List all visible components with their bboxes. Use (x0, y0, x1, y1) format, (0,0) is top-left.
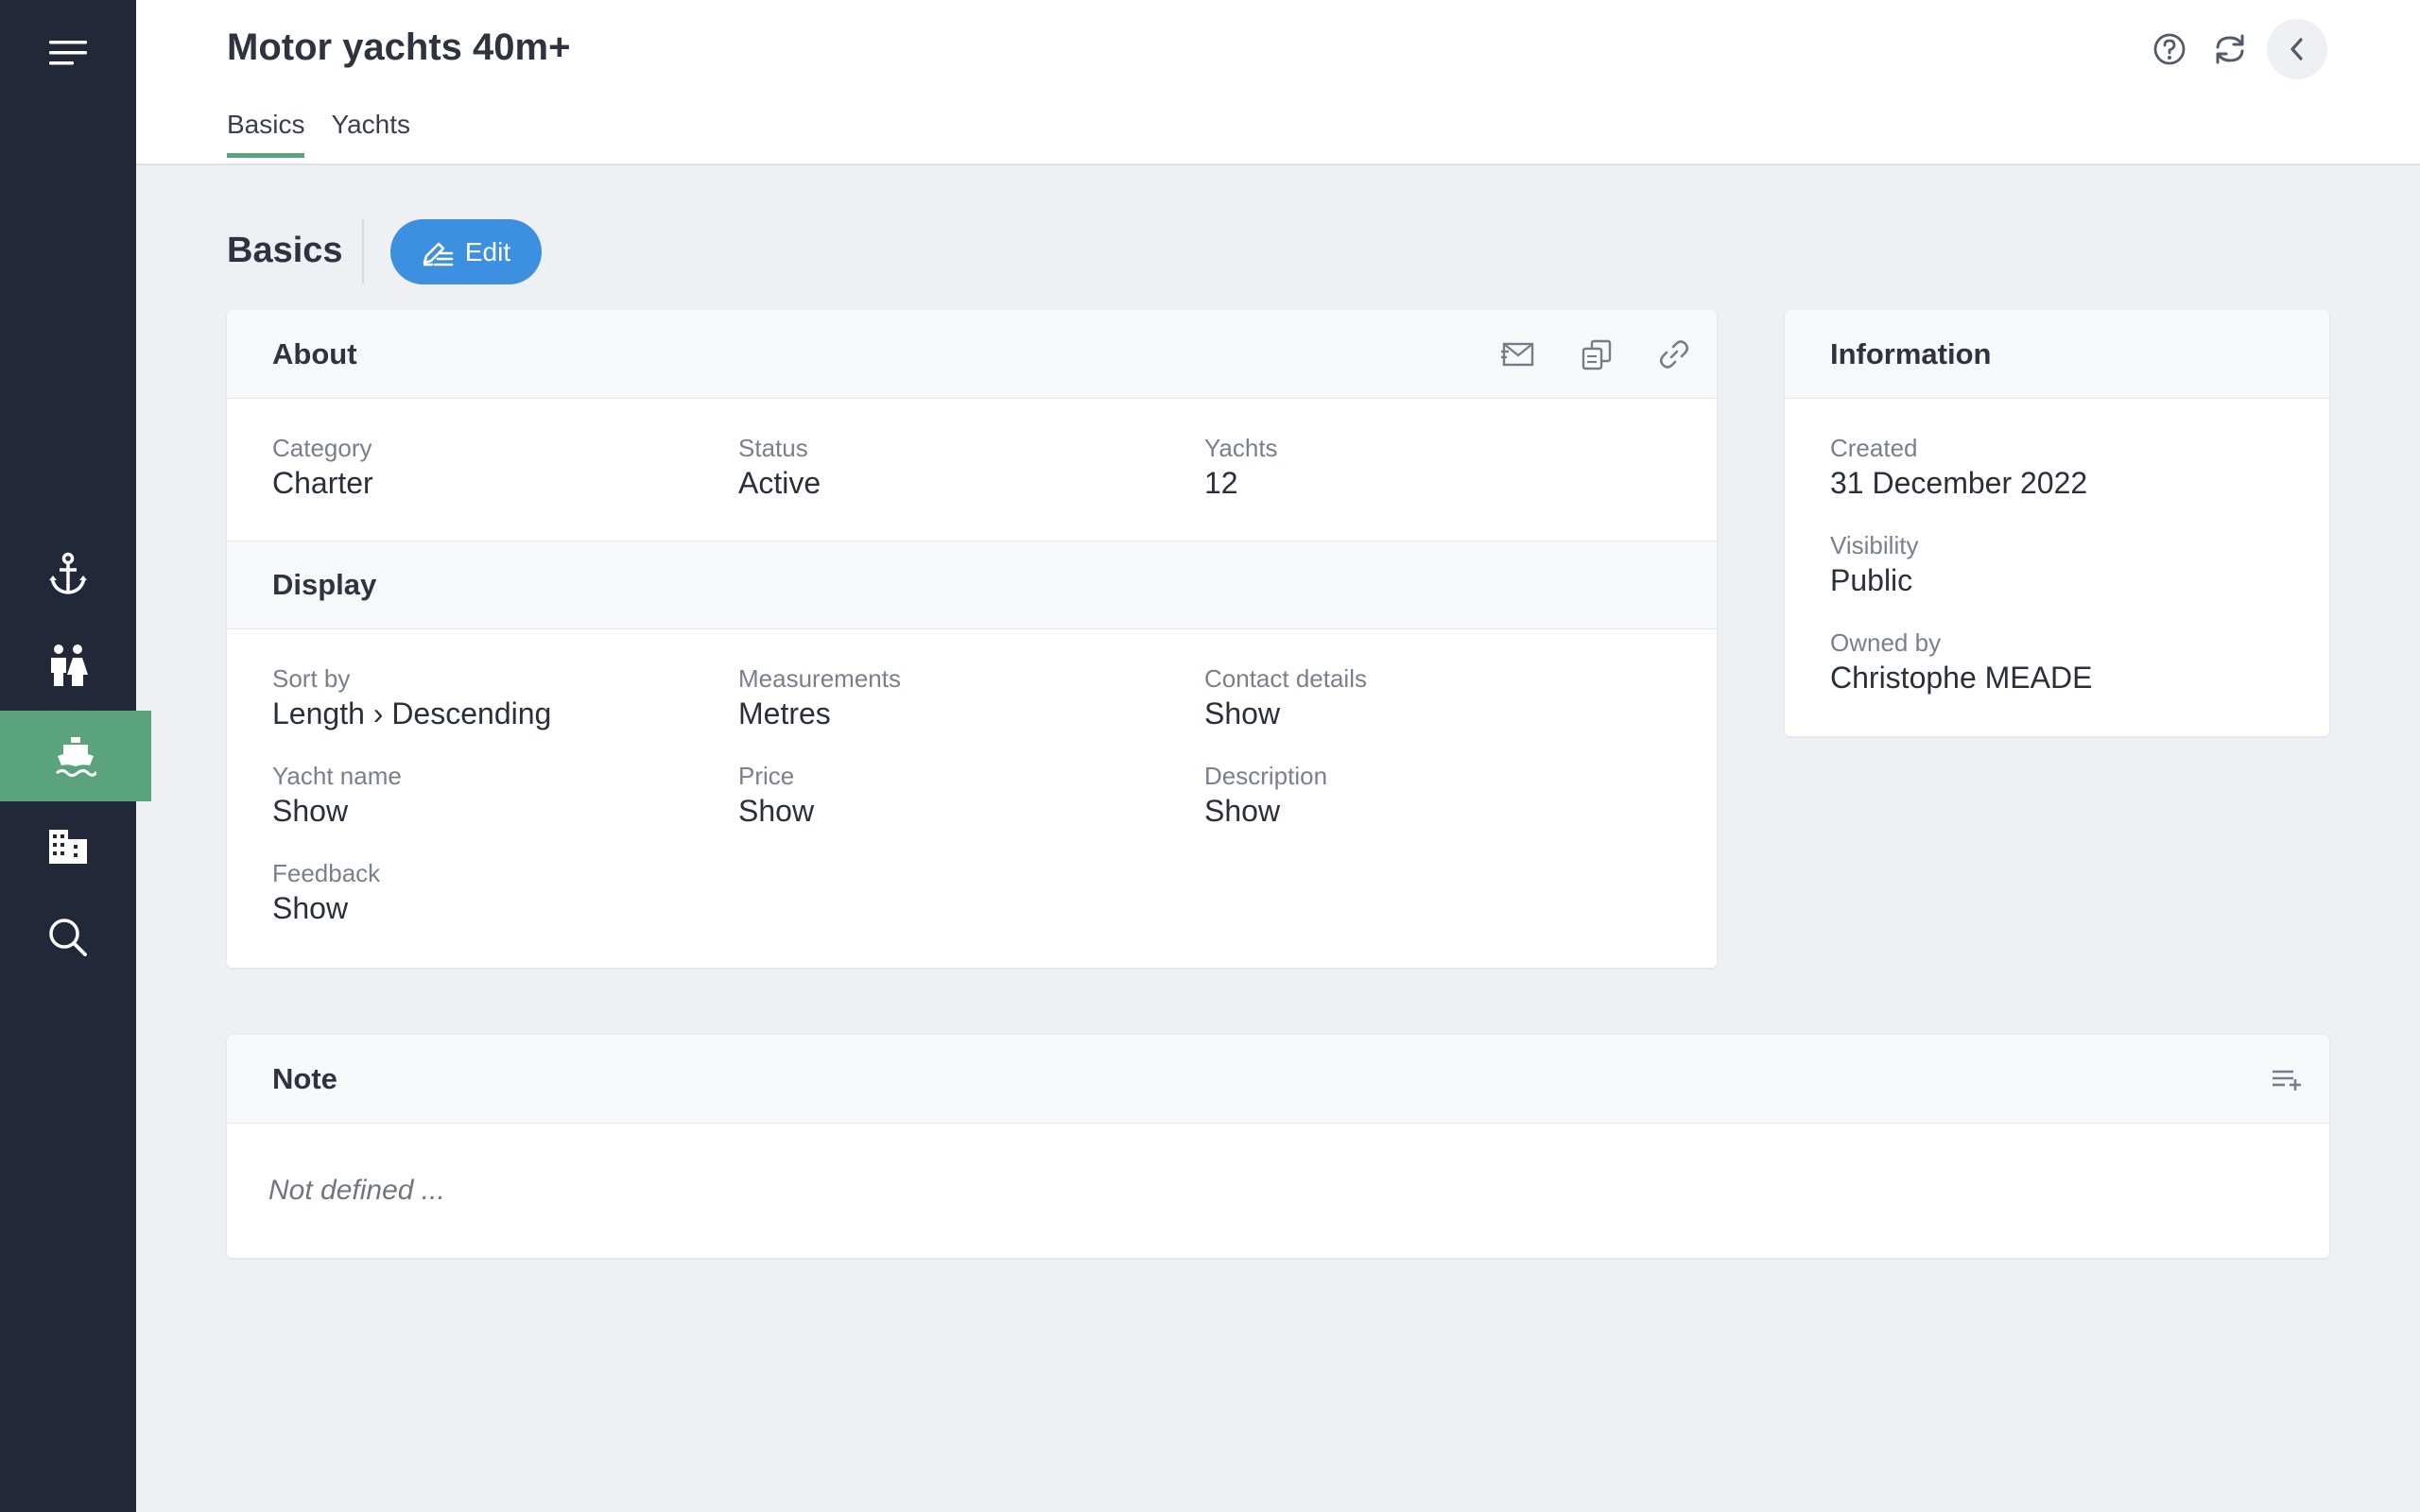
sidebar-item-companies[interactable] (0, 801, 136, 892)
link-button[interactable] (1658, 338, 1690, 370)
refresh-icon (2216, 34, 2244, 64)
field-value: Christophe MEADE (1830, 661, 2093, 695)
menu-button[interactable] (0, 8, 136, 98)
field-contact-details: Contact details Show (1204, 663, 1367, 733)
field-label: Status (738, 434, 808, 462)
field-value: Active (738, 466, 821, 500)
about-fields: Category Charter Status Active Yachts 12 (227, 399, 1717, 541)
field-label: Price (738, 762, 795, 790)
field-value: Show (1204, 696, 1281, 730)
field-label: Yachts (1204, 434, 1278, 462)
field-visibility: Visibility Public (1830, 530, 1918, 600)
field-label: Measurements (738, 664, 901, 693)
field-value: Show (272, 794, 349, 828)
copy-icon (1582, 339, 1612, 370)
field-value: Show (738, 794, 815, 828)
field-label: Contact details (1204, 664, 1367, 693)
field-sort-by: Sort by Length › Descending (272, 663, 551, 733)
field-label: Created (1830, 434, 1918, 462)
tab-bar: Basics Yachts (227, 110, 437, 158)
display-fields: Sort by Length › Descending Measurements… (227, 629, 1717, 960)
note-card-actions (2271, 1035, 2303, 1124)
divider (362, 219, 364, 284)
menu-icon (49, 41, 87, 65)
building-icon (49, 830, 87, 864)
about-card-header: About (227, 310, 1717, 399)
field-value: Show (272, 891, 349, 925)
edit-button-label: Edit (464, 236, 511, 266)
field-label: Yacht name (272, 762, 402, 790)
chevron-left-icon (2290, 38, 2303, 60)
field-label: Visibility (1830, 531, 1919, 559)
sidebar-item-anchor[interactable] (0, 529, 136, 620)
collapse-button[interactable] (2267, 19, 2327, 79)
edit-icon (423, 242, 454, 266)
field-label: Owned by (1830, 628, 1942, 657)
copy-button[interactable] (1581, 338, 1613, 370)
note-card: Note Not defined ... (227, 1035, 2329, 1258)
field-value: 12 (1204, 466, 1238, 500)
field-measurements: Measurements Metres (738, 663, 901, 733)
page-header: Motor yachts 40m+ Basics Yachts (136, 0, 2420, 165)
field-owned-by: Owned by Christophe MEADE (1830, 627, 2092, 697)
note-card-header: Note (227, 1035, 2329, 1124)
note-card-title: Note (272, 1061, 337, 1095)
field-yachts: Yachts 12 (1204, 433, 1278, 503)
add-note-button[interactable] (2271, 1067, 2303, 1091)
field-created: Created 31 December 2022 (1830, 433, 2087, 503)
field-category: Category Charter (272, 433, 373, 503)
tab-yachts[interactable]: Yachts (331, 110, 410, 157)
email-button[interactable] (1501, 340, 1535, 369)
anchor-icon (49, 552, 87, 594)
page-title: Motor yachts 40m+ (227, 26, 571, 68)
field-value: Metres (738, 696, 831, 730)
sidebar-item-boats[interactable] (0, 711, 151, 801)
field-value: 31 December 2022 (1830, 466, 2088, 500)
mail-icon (1501, 342, 1534, 367)
display-card-title: Display (272, 568, 377, 601)
sidebar (0, 0, 151, 1512)
information-fields: Created 31 December 2022 Visibility Publ… (1785, 399, 2329, 735)
note-empty-text: Not defined ... (268, 1175, 445, 1206)
information-card-header: Information (1785, 310, 2329, 399)
information-card: Information Created 31 December 2022 Vis… (1785, 310, 2329, 736)
help-button[interactable] (2143, 23, 2196, 76)
information-card-title: Information (1830, 336, 1992, 370)
link-icon (1659, 340, 1689, 369)
section-title: Basics (227, 231, 343, 270)
tab-basics[interactable]: Basics (227, 110, 305, 158)
field-label: Category (272, 434, 372, 462)
people-icon (51, 644, 88, 686)
field-label: Feedback (272, 859, 381, 887)
refresh-button[interactable] (2204, 23, 2256, 76)
add-note-icon (2273, 1070, 2301, 1091)
field-value: Charter (272, 466, 373, 500)
field-feedback: Feedback Show (272, 858, 380, 928)
sidebar-item-search[interactable] (0, 892, 136, 983)
field-yacht-name: Yacht name Show (272, 761, 402, 831)
edit-button[interactable]: Edit (390, 219, 542, 284)
display-card-header: Display (227, 541, 1717, 629)
about-card: About Category Charter Status Active Yac… (227, 310, 1717, 968)
field-label: Description (1204, 762, 1328, 790)
search-icon (49, 919, 87, 956)
field-value: Show (1204, 794, 1281, 828)
boat-icon (56, 737, 96, 777)
field-label: Sort by (272, 664, 351, 693)
field-value: Public (1830, 563, 1913, 597)
field-status: Status Active (738, 433, 821, 503)
field-description: Description Show (1204, 761, 1327, 831)
field-price: Price Show (738, 761, 814, 831)
about-card-title: About (272, 336, 357, 370)
field-value: Length › Descending (272, 696, 552, 730)
about-card-actions (1501, 310, 1690, 399)
sidebar-item-people[interactable] (0, 620, 136, 711)
help-icon (2153, 33, 2186, 65)
